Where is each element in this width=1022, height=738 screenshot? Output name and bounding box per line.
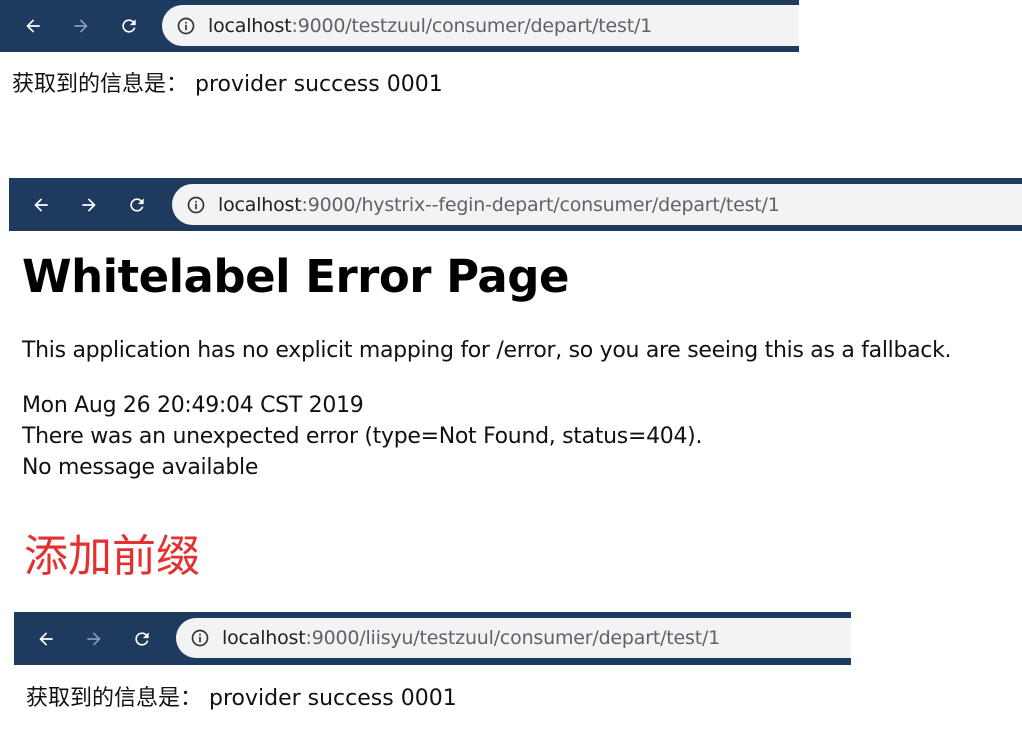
url-text: localhost:9000/testzuul/consumer/depart/… bbox=[208, 15, 652, 37]
arrow-left-icon bbox=[39, 631, 53, 646]
reload-icon bbox=[130, 197, 144, 212]
info-circle-icon[interactable] bbox=[190, 628, 210, 648]
reload-icon bbox=[122, 19, 136, 33]
error-description: This application has no explicit mapping… bbox=[22, 338, 952, 363]
result-text-1: 获取到的信息是： provider success 0001 bbox=[12, 72, 443, 97]
browser-toolbar-2: localhost:9000/hystrix--fegin-depart/con… bbox=[9, 178, 1022, 231]
info-circle-icon[interactable] bbox=[176, 16, 196, 36]
browser-toolbar-1: localhost:9000/testzuul/consumer/depart/… bbox=[0, 0, 799, 52]
back-button[interactable] bbox=[32, 625, 60, 653]
error-message: No message available bbox=[22, 455, 259, 480]
address-bar[interactable]: localhost:9000/testzuul/consumer/depart/… bbox=[162, 5, 799, 46]
url-path: :9000/hystrix--fegin-depart/consumer/dep… bbox=[301, 193, 780, 216]
arrow-right-icon bbox=[87, 631, 101, 646]
reload-button[interactable] bbox=[128, 625, 156, 653]
url-host: localhost bbox=[222, 627, 306, 649]
annotation-add-prefix: 添加前缀 bbox=[24, 531, 200, 582]
arrow-left-icon bbox=[34, 197, 48, 212]
page: localhost:9000/testzuul/consumer/depart/… bbox=[0, 0, 1022, 738]
error-page: Whitelabel Error Page This application h… bbox=[22, 248, 1017, 483]
arrow-right-icon bbox=[82, 197, 96, 212]
arrow-left-icon bbox=[26, 19, 40, 33]
address-bar[interactable]: localhost:9000/hystrix--fegin-depart/con… bbox=[172, 184, 1022, 225]
url-path: :9000/liisyu/testzuul/consumer/depart/te… bbox=[305, 627, 721, 649]
error-title: Whitelabel Error Page bbox=[22, 250, 570, 303]
nav-buttons bbox=[27, 178, 151, 231]
url-text: localhost:9000/hystrix--fegin-depart/con… bbox=[218, 194, 780, 216]
result-text-3: 获取到的信息是： provider success 0001 bbox=[26, 686, 457, 711]
back-button[interactable] bbox=[27, 191, 55, 219]
nav-buttons bbox=[19, 0, 143, 52]
url-text: localhost:9000/liisyu/testzuul/consumer/… bbox=[222, 627, 720, 649]
error-type-status: There was an unexpected error (type=Not … bbox=[22, 424, 703, 449]
nav-buttons bbox=[32, 612, 156, 665]
reload-button[interactable] bbox=[115, 12, 143, 40]
url-host: localhost bbox=[208, 14, 292, 37]
browser-toolbar-3: localhost:9000/liisyu/testzuul/consumer/… bbox=[14, 612, 851, 665]
forward-button[interactable] bbox=[67, 12, 95, 40]
info-circle-icon[interactable] bbox=[186, 195, 206, 215]
forward-button[interactable] bbox=[75, 191, 103, 219]
forward-button[interactable] bbox=[80, 625, 108, 653]
error-timestamp: Mon Aug 26 20:49:04 CST 2019 bbox=[22, 393, 364, 418]
url-host: localhost bbox=[218, 193, 302, 216]
back-button[interactable] bbox=[19, 12, 47, 40]
address-bar[interactable]: localhost:9000/liisyu/testzuul/consumer/… bbox=[176, 618, 851, 658]
error-details: Mon Aug 26 20:49:04 CST 2019 There was a… bbox=[22, 390, 1017, 483]
url-path: :9000/testzuul/consumer/depart/test/1 bbox=[291, 14, 653, 37]
reload-icon bbox=[135, 631, 149, 646]
reload-button[interactable] bbox=[123, 191, 151, 219]
arrow-right-icon bbox=[74, 19, 88, 33]
